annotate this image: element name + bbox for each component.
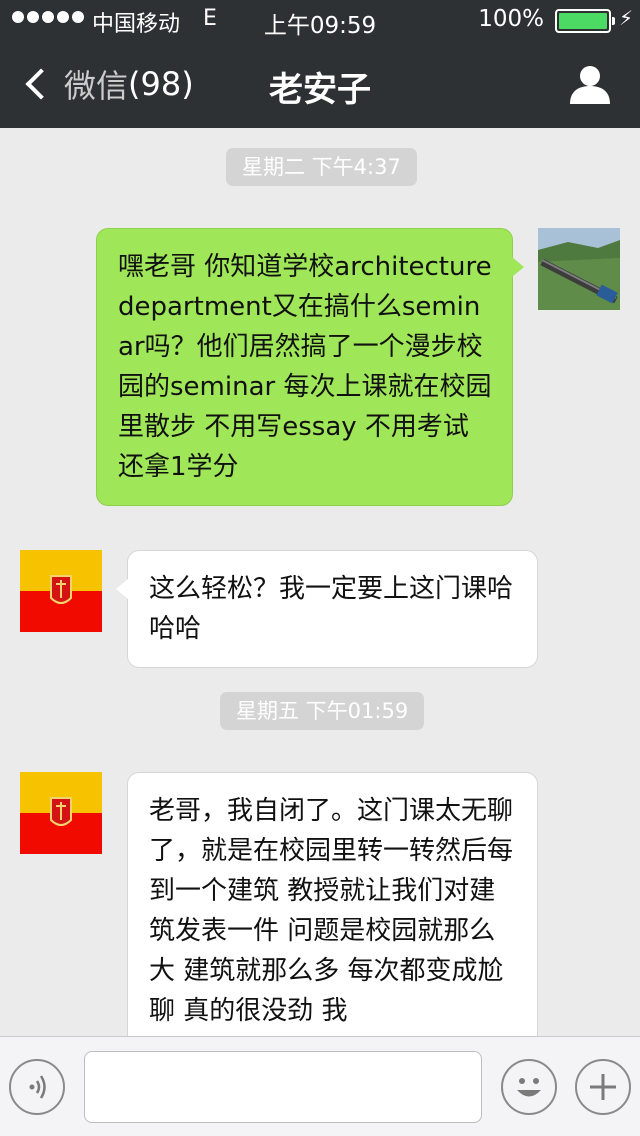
avatar[interactable] bbox=[20, 772, 102, 854]
emblem-image bbox=[20, 550, 102, 632]
charging-bolt-icon: ⚡ bbox=[619, 6, 634, 30]
plus-button[interactable] bbox=[575, 1059, 631, 1115]
message-text: 嘿老哥 你知道学校architecture department又在搞什么sem… bbox=[118, 252, 492, 482]
nav-bar: 微信 (98) 老安子 bbox=[0, 40, 640, 128]
voice-icon bbox=[29, 1075, 46, 1099]
contact-message-bubble[interactable]: 这么轻松？我一定要上这门课哈哈哈 bbox=[116, 550, 538, 668]
avatar[interactable] bbox=[20, 550, 102, 632]
timestamp: 星期五 下午01:59 bbox=[220, 692, 425, 730]
message-text: 这么轻松？我一定要上这门课哈哈哈 bbox=[149, 574, 514, 644]
battery-percent: 100% bbox=[478, 6, 544, 32]
chat-title: 老安子 bbox=[269, 70, 371, 110]
emoji-button[interactable] bbox=[501, 1059, 557, 1115]
battery-icon bbox=[555, 9, 615, 33]
person-icon[interactable] bbox=[568, 64, 612, 104]
my-message-bubble[interactable]: 嘿老哥 你知道学校architecture department又在搞什么sem… bbox=[96, 228, 524, 506]
emoji-icon bbox=[517, 1078, 541, 1097]
contact-message-bubble[interactable]: 老哥，我自闭了。这门课太无聊了，就是在校园里转一转然后每到一个建筑 教授就让我们… bbox=[127, 772, 538, 1072]
status-bar: 中国移动 E 上午09:59 100% ⚡ bbox=[0, 0, 640, 40]
message-text: 老哥，我自闭了。这门课太无聊了，就是在校园里转一转然后每到一个建筑 教授就让我们… bbox=[149, 796, 514, 1026]
input-bar bbox=[0, 1036, 640, 1136]
message-input[interactable] bbox=[84, 1051, 482, 1123]
train-landscape-image bbox=[538, 228, 620, 310]
status-time: 上午09:59 bbox=[263, 13, 377, 39]
plus-icon bbox=[590, 1074, 616, 1100]
top-bar: 中国移动 E 上午09:59 100% ⚡ 微信 (98) 老安子 bbox=[0, 0, 640, 128]
emblem-image bbox=[20, 772, 102, 854]
avatar[interactable] bbox=[538, 228, 620, 310]
timestamp: 星期二 下午4:37 bbox=[226, 148, 417, 186]
voice-button[interactable] bbox=[9, 1059, 65, 1115]
